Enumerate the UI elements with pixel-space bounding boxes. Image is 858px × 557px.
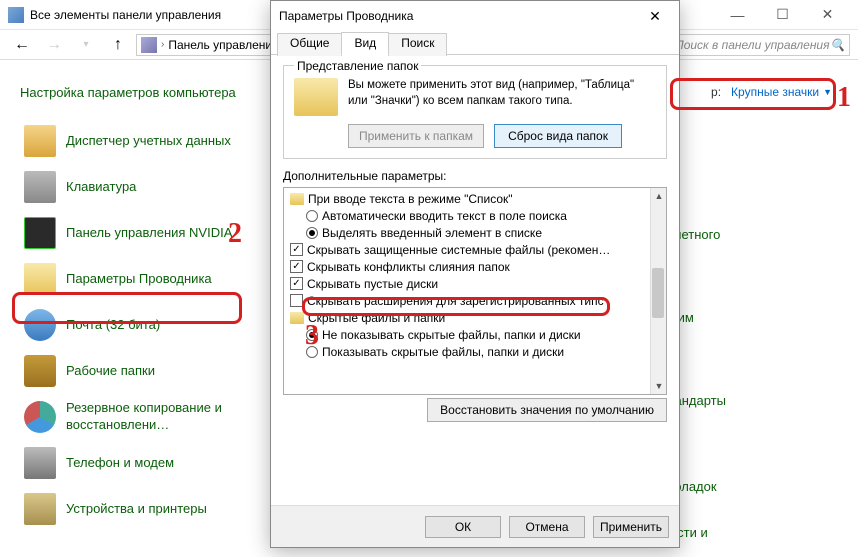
nvidia-icon	[24, 217, 56, 249]
view-label: р:	[711, 85, 721, 99]
work-folders-icon	[24, 355, 56, 387]
devices-printers-icon	[24, 493, 56, 525]
folder-icon	[290, 312, 304, 324]
keyboard-icon	[24, 171, 56, 203]
folder-options-icon	[24, 263, 56, 295]
apply-to-folders-button[interactable]: Применить к папкам	[348, 124, 484, 148]
nav-back-button[interactable]: ←	[8, 33, 36, 57]
cp-item-keyboard[interactable]: Клавиатура	[20, 164, 260, 210]
mail-icon	[24, 309, 56, 341]
dialog-titlebar: Параметры Проводника ✕	[271, 1, 679, 31]
dialog-close-button[interactable]: ✕	[639, 3, 671, 29]
nav-forward-button[interactable]: →	[40, 33, 68, 57]
view-selector: р: Крупные значки ▼	[711, 82, 838, 102]
checkbox-icon	[290, 260, 303, 273]
folder-icon	[290, 193, 304, 205]
dialog-tabs: Общие Вид Поиск	[271, 31, 679, 55]
scrollbar[interactable]: ▲ ▼	[650, 188, 666, 394]
cp-item-mail[interactable]: Почта (32 бита)	[20, 302, 260, 348]
breadcrumb-item[interactable]: Панель управления	[168, 38, 278, 52]
radio-icon	[306, 346, 318, 358]
tree-radio-option[interactable]: Выделять введенный элемент в списке	[286, 224, 664, 241]
dialog-footer: ОК Отмена Применить	[271, 505, 679, 547]
search-input[interactable]: Поиск в панели управления 🔍	[670, 34, 850, 56]
cp-item-backup[interactable]: Резервное копирование и восстановлени…	[20, 394, 260, 440]
address-icon	[141, 37, 157, 53]
chevron-down-icon: ▼	[823, 87, 832, 97]
fieldset-text: Вы можете применить этот вид (например, …	[348, 78, 656, 109]
cp-item-explorer-options[interactable]: Параметры Проводника	[20, 256, 260, 302]
tab-view[interactable]: Вид	[341, 32, 389, 55]
tree-group: Скрытые файлы и папки	[286, 309, 664, 326]
control-panel-icon	[8, 7, 24, 23]
cp-item-phone-modem[interactable]: Телефон и модем	[20, 440, 260, 486]
tab-search[interactable]: Поиск	[388, 33, 447, 56]
cp-item-credentials[interactable]: Диспетчер учетных данных	[20, 118, 260, 164]
cp-item-work-folders[interactable]: Рабочие папки	[20, 348, 260, 394]
radio-icon	[306, 329, 318, 341]
ok-button[interactable]: ОК	[425, 516, 501, 538]
apply-button[interactable]: Применить	[593, 516, 669, 538]
backup-icon	[24, 401, 56, 433]
tree-radio-option[interactable]: Автоматически вводить текст в поле поиск…	[286, 207, 664, 224]
checkbox-icon	[290, 243, 303, 256]
cp-item-nvidia[interactable]: Панель управления NVIDIA	[20, 210, 260, 256]
restore-defaults-button[interactable]: Восстановить значения по умолчанию	[427, 398, 667, 422]
scroll-down-icon[interactable]: ▼	[651, 378, 667, 394]
credentials-icon	[24, 125, 56, 157]
nav-up-button[interactable]: ↑	[104, 33, 132, 57]
folders-icon	[294, 78, 338, 116]
tree-radio-option[interactable]: Показывать скрытые файлы, папки и диски	[286, 343, 664, 360]
search-placeholder: Поиск в панели управления	[675, 38, 830, 52]
reset-folders-button[interactable]: Сброс вида папок	[494, 124, 622, 148]
close-button[interactable]: ✕	[805, 1, 850, 29]
advanced-settings-tree: При вводе текста в режиме "Список" Автом…	[283, 187, 667, 395]
checkbox-icon	[290, 294, 303, 307]
tree-radio-option[interactable]: Не показывать скрытые файлы, папки и дис…	[286, 326, 664, 343]
search-icon: 🔍	[830, 38, 845, 52]
scroll-up-icon[interactable]: ▲	[651, 188, 667, 204]
tree-checkbox-hide-extensions[interactable]: Скрывать расширения для зарегистрированн…	[286, 292, 664, 309]
dialog-title: Параметры Проводника	[279, 9, 639, 23]
page-heading: Настройка параметров компьютера	[20, 85, 236, 100]
cancel-button[interactable]: Отмена	[509, 516, 585, 538]
minimize-button[interactable]: —	[715, 1, 760, 29]
tab-general[interactable]: Общие	[277, 33, 342, 56]
nav-history-button[interactable]: ▾	[72, 33, 100, 57]
checkbox-icon	[290, 277, 303, 290]
scroll-thumb[interactable]	[652, 268, 664, 318]
tree-checkbox-option[interactable]: Скрывать конфликты слияния папок	[286, 258, 664, 275]
tree-group: При вводе текста в режиме "Список"	[286, 190, 664, 207]
advanced-label: Дополнительные параметры:	[283, 169, 667, 183]
explorer-options-dialog: Параметры Проводника ✕ Общие Вид Поиск П…	[270, 0, 680, 548]
view-dropdown[interactable]: Крупные значки ▼	[725, 82, 838, 102]
folder-views-fieldset: Представление папок Вы можете применить …	[283, 65, 667, 159]
maximize-button[interactable]: ☐	[760, 1, 805, 29]
tree-checkbox-option[interactable]: Скрывать пустые диски	[286, 275, 664, 292]
radio-icon	[306, 227, 318, 239]
tree-checkbox-option[interactable]: Скрывать защищенные системные файлы (рек…	[286, 241, 664, 258]
radio-icon	[306, 210, 318, 222]
fieldset-legend: Представление папок	[294, 59, 421, 73]
cp-item-devices-printers[interactable]: Устройства и принтеры	[20, 486, 260, 532]
breadcrumb-chevron: ›	[161, 39, 164, 50]
view-value: Крупные значки	[731, 85, 819, 99]
phone-modem-icon	[24, 447, 56, 479]
